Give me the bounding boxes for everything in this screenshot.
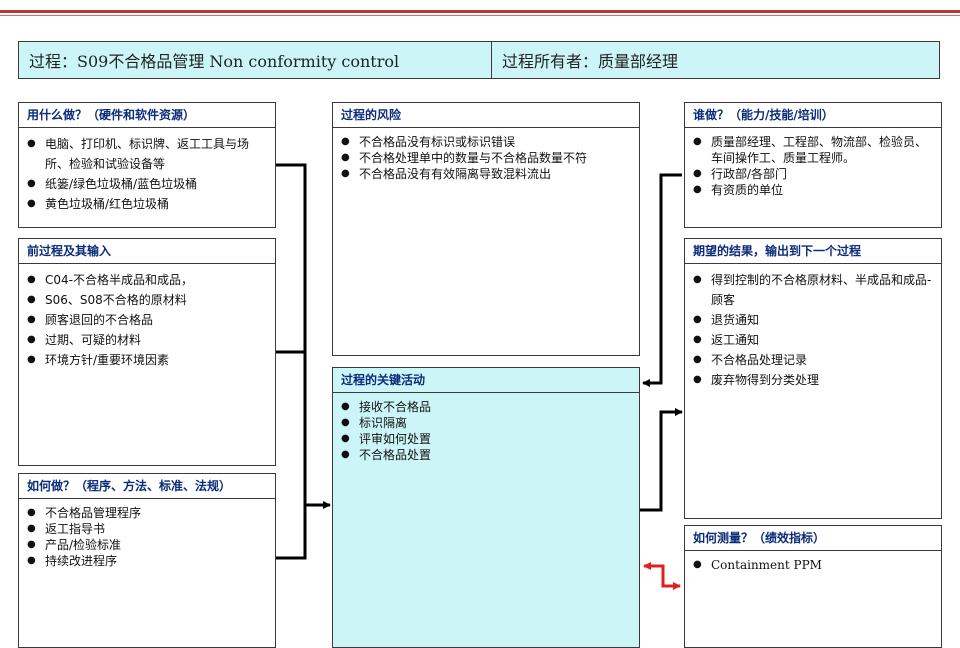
list-item: 返工指导书: [27, 521, 269, 537]
list-item: 不合格品处置: [341, 447, 633, 463]
who-connector: [642, 173, 682, 387]
risks-title: 过程的风险: [333, 103, 639, 128]
list-item: S06、S08不合格的原材料: [27, 290, 269, 310]
list-item: 过期、可疑的材料: [27, 330, 269, 350]
inputs-list: C04-不合格半成品和成品， S06、S08不合格的原材料 顾客退回的不合格品 …: [19, 264, 275, 370]
list-item: 退货通知: [693, 310, 935, 330]
list-item: 行政部/各部门: [693, 166, 935, 182]
risks-box: 过程的风险 不合格品没有标识或标识错误 不合格处理单中的数量与不合格品数量不符 …: [332, 102, 640, 356]
list-item: 质量部经理、工程部、物流部、检验员、车间操作工、质量工程师。: [693, 134, 935, 166]
activities-box: 过程的关键活动 接收不合格品 标识隔离 评审如何处置 不合格品处置: [332, 367, 640, 648]
who-title: 谁做？（能力/技能/培训）: [685, 103, 941, 128]
outputs-title: 期望的结果，输出到下一个过程: [685, 239, 941, 264]
list-item: 接收不合格品: [341, 399, 633, 415]
list-item: 顾客退回的不合格品: [27, 310, 269, 330]
list-item: 不合格品没有标识或标识错误: [341, 134, 633, 150]
who-list: 质量部经理、工程部、物流部、检验员、车间操作工、质量工程师。 行政部/各部门 有…: [685, 128, 941, 198]
list-item: 返工通知: [693, 330, 935, 350]
list-item: Containment PPM: [693, 557, 935, 573]
list-item: 产品/检验标准: [27, 537, 269, 553]
methods-box: 如何做？（程序、方法、标准、法规） 不合格品管理程序 返工指导书 产品/检验标准…: [18, 473, 276, 648]
process-name: 过程：S09不合格品管理 Non conformity control: [19, 42, 492, 78]
measure-list: Containment PPM: [685, 551, 941, 573]
activities-list: 接收不合格品 标识隔离 评审如何处置 不合格品处置: [333, 393, 639, 463]
process-owner: 过程所有者：质量部经理: [502, 52, 679, 71]
left-input-bracket: [276, 163, 307, 560]
measure-connector: [645, 564, 681, 590]
risks-list: 不合格品没有标识或标识错误 不合格处理单中的数量与不合格品数量不符 不合格品没有…: [333, 128, 639, 182]
outputs-box: 期望的结果，输出到下一个过程 得到控制的不合格原材料、半成品和成品-顾客 退货通…: [684, 238, 942, 519]
inputs-box: 前过程及其输入 C04-不合格半成品和成品， S06、S08不合格的原材料 顾客…: [18, 238, 276, 466]
list-item: 不合格品管理程序: [27, 505, 269, 521]
list-item: 环境方针/重要环境因素: [27, 350, 269, 370]
outputs-list: 得到控制的不合格原材料、半成品和成品-顾客 退货通知 返工通知 不合格品处理记录…: [685, 264, 941, 390]
top-rule: [0, 10, 960, 13]
top-rule-thin: [0, 15, 960, 16]
resources-list: 电脑、打印机、标识牌、返工工具与场所、检验和试验设备等 纸篓/绿色垃圾桶/蓝色垃…: [19, 128, 275, 214]
measure-title: 如何测量？（绩效指标）: [685, 526, 941, 551]
list-item: 废弃物得到分类处理: [693, 370, 935, 390]
list-item: 有资质的单位: [693, 182, 935, 198]
output-connector: [640, 408, 683, 512]
methods-list: 不合格品管理程序 返工指导书 产品/检验标准 持续改进程序: [19, 499, 275, 569]
who-box: 谁做？（能力/技能/培训） 质量部经理、工程部、物流部、检验员、车间操作工、质量…: [684, 102, 942, 228]
methods-title: 如何做？（程序、方法、标准、法规）: [19, 474, 275, 499]
inputs-title: 前过程及其输入: [19, 239, 275, 264]
list-item: 持续改进程序: [27, 553, 269, 569]
list-item: 不合格品没有有效隔离导致混料流出: [341, 166, 633, 182]
list-item: C04-不合格半成品和成品，: [27, 270, 269, 290]
list-item: 电脑、打印机、标识牌、返工工具与场所、检验和试验设备等: [27, 134, 269, 174]
process-header: 过程：S09不合格品管理 Non conformity control 过程所有…: [18, 41, 940, 79]
list-item: 不合格处理单中的数量与不合格品数量不符: [341, 150, 633, 166]
list-item: 不合格品处理记录: [693, 350, 935, 370]
list-item: 得到控制的不合格原材料、半成品和成品-顾客: [693, 270, 935, 310]
list-item: 评审如何处置: [341, 431, 633, 447]
resources-title: 用什么做？（硬件和软件资源）: [19, 103, 275, 128]
list-item: 纸篓/绿色垃圾桶/蓝色垃圾桶: [27, 174, 269, 194]
resources-box: 用什么做？（硬件和软件资源） 电脑、打印机、标识牌、返工工具与场所、检验和试验设…: [18, 102, 276, 228]
list-item: 黄色垃圾桶/红色垃圾桶: [27, 194, 269, 214]
list-item: 标识隔离: [341, 415, 633, 431]
measure-box: 如何测量？（绩效指标） Containment PPM: [684, 525, 942, 648]
activities-title: 过程的关键活动: [333, 368, 639, 393]
